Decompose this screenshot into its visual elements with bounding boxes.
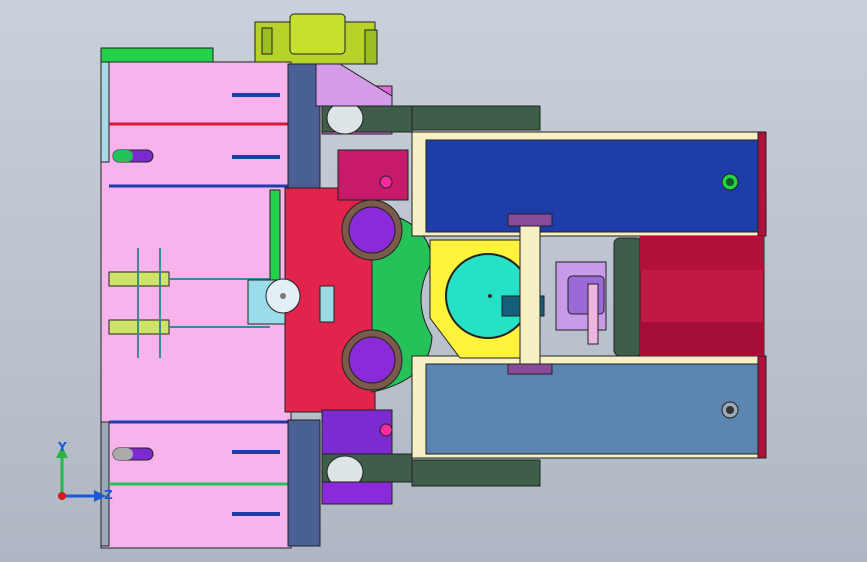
top-motor[interactable] <box>254 13 378 65</box>
upper-roller[interactable] <box>341 199 403 261</box>
right-upper-block[interactable] <box>411 105 767 237</box>
z-axis-label: Z <box>104 488 113 502</box>
right-motor[interactable] <box>613 235 765 357</box>
lower-roller[interactable] <box>341 329 403 391</box>
cad-viewport[interactable]: Y Z <box>0 0 867 562</box>
upper-housing[interactable] <box>315 63 413 201</box>
right-lower-block[interactable] <box>411 355 767 487</box>
axis-triad-graphic <box>56 446 106 502</box>
lower-housing[interactable] <box>321 409 413 505</box>
y-axis-label: Y <box>58 440 67 454</box>
axis-triad: Y Z <box>44 434 114 514</box>
assembly-model[interactable] <box>0 0 867 562</box>
lilac-actuator[interactable] <box>555 261 607 345</box>
